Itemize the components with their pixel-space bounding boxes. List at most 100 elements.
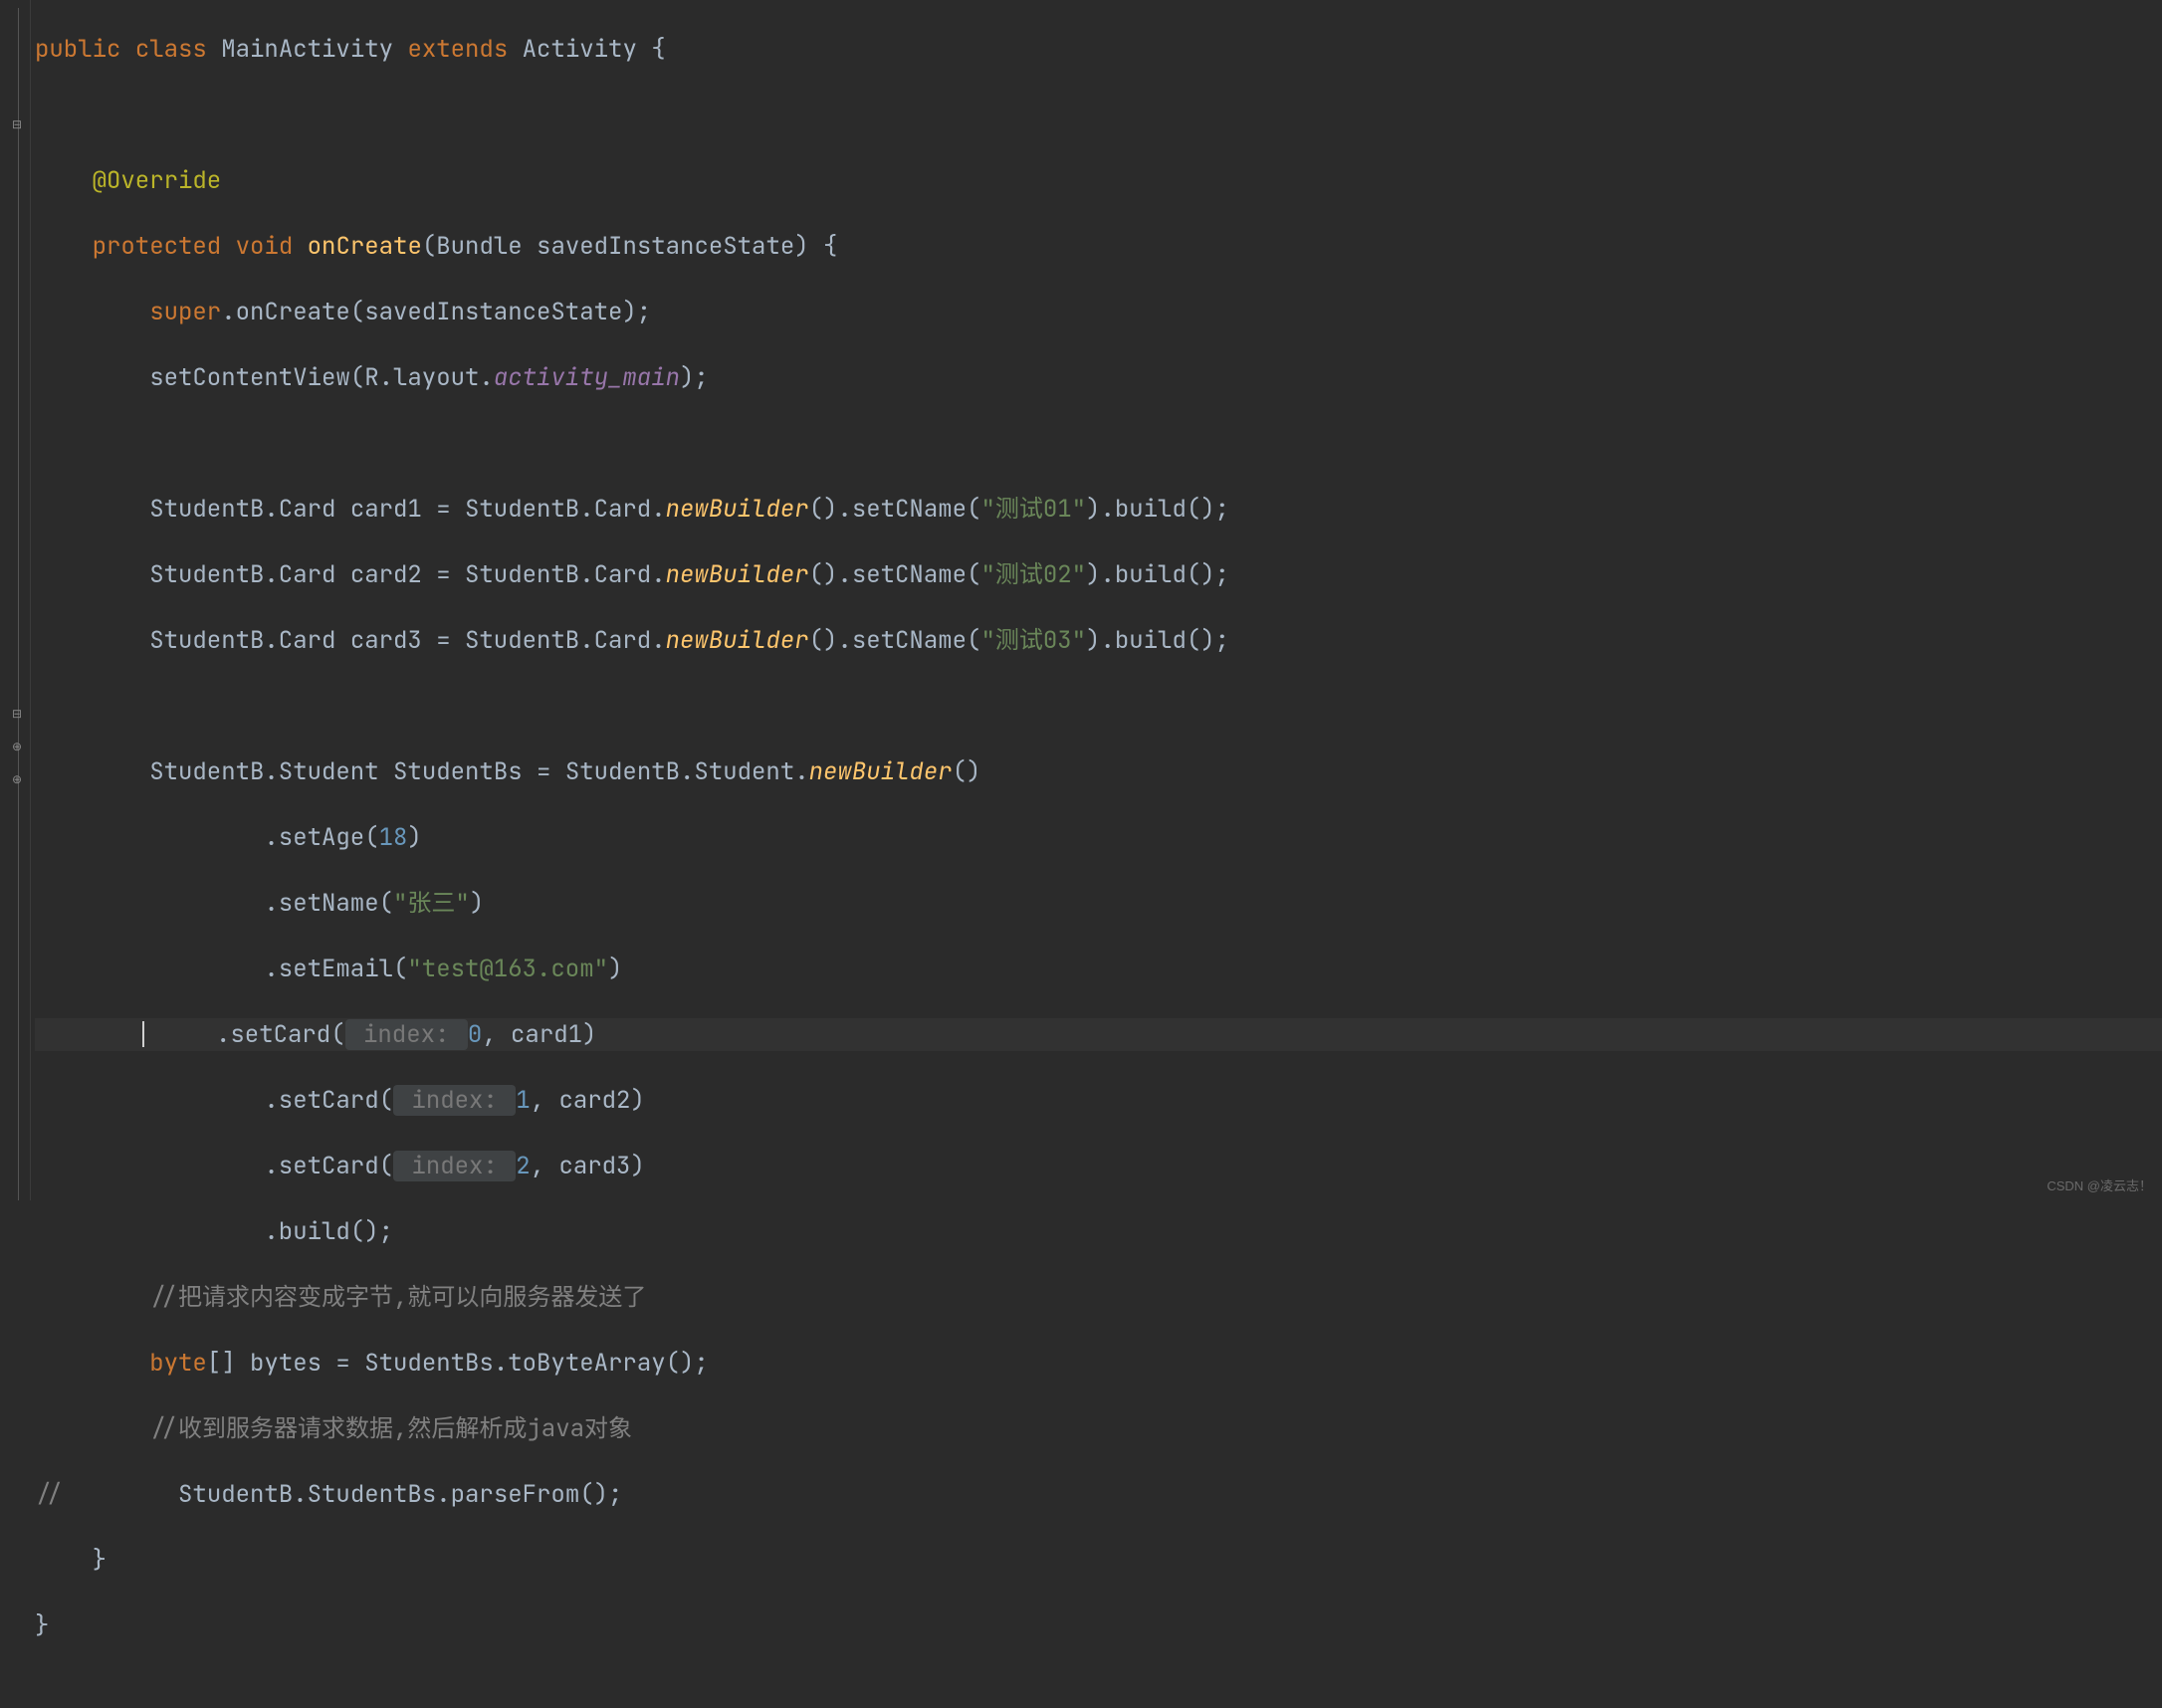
code-line[interactable]: .setAge(18)	[35, 821, 2162, 854]
params: (Bundle savedInstanceState) {	[422, 231, 838, 262]
text: = StudentB.Card.	[422, 559, 666, 590]
code-area[interactable]: public class MainActivity extends Activi…	[31, 0, 2162, 1200]
code-line[interactable]: .setEmail("test@163.com")	[35, 953, 2162, 985]
call: .setCard(	[264, 1151, 393, 1181]
class-name: Activity	[523, 34, 637, 65]
gutter: ⊟ ⊟ ⊕ ⊕	[0, 0, 31, 1200]
string: "test@163.com"	[407, 954, 608, 984]
text: )	[630, 1151, 644, 1181]
brace: }	[93, 1545, 107, 1576]
var: card2	[350, 559, 422, 590]
text: ).build();	[1086, 559, 1229, 590]
var: card1	[350, 494, 422, 525]
param-hint: index:	[393, 1085, 516, 1116]
code-line[interactable]: StudentB.Card card3 = StudentB.Card.newB…	[35, 624, 2162, 657]
code-line[interactable]: .build();	[35, 1215, 2162, 1248]
code-line[interactable]: //收到服务器请求数据,然后解析成java对象	[35, 1412, 2162, 1445]
class-name: MainActivity	[221, 34, 393, 65]
param-hint: index:	[393, 1151, 516, 1181]
fold-expand-icon[interactable]: ⊕	[10, 740, 24, 753]
type: StudentB.Card	[149, 559, 335, 590]
code-line[interactable]: // StudentB.StudentBs.parseFrom();	[35, 1478, 2162, 1511]
code-line[interactable]: public class MainActivity extends Activi…	[35, 33, 2162, 66]
keyword: protected	[93, 231, 222, 262]
watermark: CSDN @凌云志！	[2047, 1175, 2152, 1194]
code-line[interactable]: StudentB.Card card2 = StudentB.Card.newB…	[35, 558, 2162, 591]
code-line[interactable]: protected void onCreate(Bundle savedInst…	[35, 230, 2162, 263]
fold-collapse-icon[interactable]: ⊟	[10, 117, 24, 131]
code-line[interactable]	[35, 427, 2162, 460]
comment: //收到服务器请求数据,然后解析成java对象	[149, 1413, 632, 1444]
string: "测试03"	[980, 625, 1086, 656]
keyword: byte	[149, 1348, 207, 1379]
number: 2	[516, 1151, 530, 1181]
var: card3	[350, 625, 422, 656]
fold-collapse-icon[interactable]: ⊟	[10, 707, 24, 721]
code-line[interactable]: StudentB.Card card1 = StudentB.Card.newB…	[35, 493, 2162, 526]
arg: card3	[558, 1151, 630, 1181]
code-line[interactable]: //把请求内容变成字节,就可以向服务器发送了	[35, 1281, 2162, 1314]
keyword: public	[35, 34, 120, 65]
keyword: extends	[407, 34, 508, 65]
number: 0	[468, 1019, 482, 1050]
code-line[interactable]: byte[] bytes = StudentBs.toByteArray();	[35, 1347, 2162, 1380]
keyword: class	[135, 34, 207, 65]
static-method: newBuilder	[809, 756, 953, 787]
type: StudentB.Card	[149, 625, 335, 656]
keyword: void	[236, 231, 294, 262]
text: )	[407, 822, 421, 853]
code-line[interactable]: super.onCreate(savedInstanceState);	[35, 296, 2162, 328]
call: .setCard(	[216, 1019, 345, 1050]
call: .setName(	[264, 888, 393, 919]
string: "张三"	[393, 888, 470, 919]
static-method: newBuilder	[666, 625, 809, 656]
code-line[interactable]: .setCard( index: 1, card2)	[35, 1084, 2162, 1117]
keyword: super	[149, 297, 221, 327]
method-name: onCreate	[308, 231, 422, 262]
fold-expand-icon[interactable]: ⊕	[10, 772, 24, 786]
number: 18	[379, 822, 408, 853]
call: .build();	[264, 1216, 393, 1247]
text: = StudentB.Card.	[422, 494, 666, 525]
param-hint: index:	[345, 1019, 468, 1050]
text: ().setCName(	[809, 625, 981, 656]
comment: //把请求内容变成字节,就可以向服务器发送了	[149, 1282, 646, 1313]
var: bytes	[250, 1348, 322, 1379]
text: ,	[482, 1019, 511, 1050]
static-method: newBuilder	[666, 559, 809, 590]
code-line-active[interactable]: .setCard( index: 0, card1)	[35, 1018, 2162, 1051]
static-field: activity_main	[494, 362, 680, 393]
text: )	[608, 954, 622, 984]
code-line[interactable]: .setName("张三")	[35, 887, 2162, 920]
code-line[interactable]: }	[35, 1544, 2162, 1577]
code-line[interactable]: StudentB.Student StudentBs = StudentB.St…	[35, 755, 2162, 788]
brace: }	[35, 1610, 49, 1641]
string: "测试02"	[980, 559, 1086, 590]
brace: {	[651, 34, 665, 65]
call: setContentView(R.layout.	[149, 362, 494, 393]
text: );	[680, 362, 709, 393]
string: "测试01"	[980, 494, 1086, 525]
code-line[interactable]: }	[35, 1609, 2162, 1642]
text: ()	[953, 756, 981, 787]
caret	[142, 1021, 144, 1047]
comment-mark: //	[35, 1479, 64, 1510]
text: ().setCName(	[809, 559, 981, 590]
code-line[interactable]	[35, 99, 2162, 131]
code-line[interactable]: .setCard( index: 2, card3)	[35, 1150, 2162, 1182]
arg: card1	[511, 1019, 582, 1050]
call: .setEmail(	[264, 954, 407, 984]
code-editor[interactable]: ⊟ ⊟ ⊕ ⊕ public class MainActivity extend…	[0, 0, 2162, 1200]
code-line[interactable]	[35, 690, 2162, 723]
static-method: newBuilder	[666, 494, 809, 525]
call: .setCard(	[264, 1085, 393, 1116]
text: []	[207, 1348, 236, 1379]
text: )	[582, 1019, 596, 1050]
text: = StudentBs.toByteArray();	[322, 1348, 709, 1379]
code-line[interactable]: @Override	[35, 164, 2162, 197]
text: )	[470, 888, 484, 919]
text: ).build();	[1086, 625, 1229, 656]
type: StudentB.Card	[149, 494, 335, 525]
code-line[interactable]: setContentView(R.layout.activity_main);	[35, 361, 2162, 394]
type: StudentB.Student	[149, 756, 378, 787]
